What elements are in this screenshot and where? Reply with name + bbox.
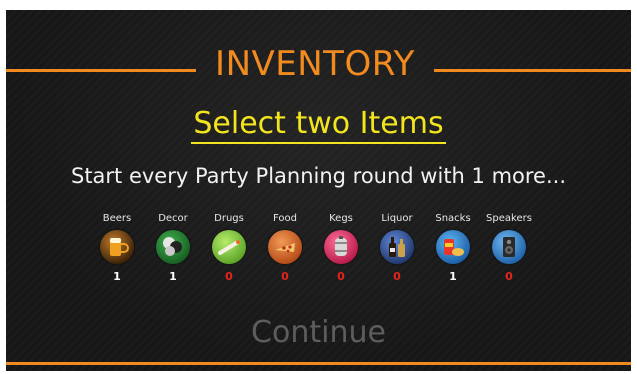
item-count: 0	[337, 270, 345, 283]
item-kegs[interactable]: Kegs 0	[314, 213, 368, 293]
footer-divider	[6, 362, 631, 365]
item-count: 0	[393, 270, 401, 283]
instruction-heading-text: Select two Items	[191, 106, 446, 144]
item-drugs[interactable]: Drugs 0	[202, 213, 256, 293]
item-food[interactable]: Food 0	[258, 213, 312, 293]
item-count: 0	[225, 270, 233, 283]
beer-mug-icon	[100, 230, 134, 264]
item-count: 1	[113, 270, 121, 283]
speaker-icon	[492, 230, 526, 264]
liquor-bottles-icon	[380, 230, 414, 264]
item-count: 0	[281, 270, 289, 283]
pizza-icon	[268, 230, 302, 264]
item-beers[interactable]: Beers 1	[90, 213, 144, 293]
item-count: 0	[505, 270, 513, 283]
balloons-icon	[156, 230, 190, 264]
item-label: Kegs	[329, 213, 353, 224]
item-label: Snacks	[435, 213, 471, 224]
item-label: Speakers	[486, 213, 532, 224]
item-label: Liquor	[381, 213, 413, 224]
keg-icon	[324, 230, 358, 264]
item-label: Drugs	[214, 213, 244, 224]
item-label: Beers	[102, 213, 132, 224]
instruction-description: Start every Party Planning round with 1 …	[70, 164, 566, 188]
joint-icon	[212, 230, 246, 264]
page-title: INVENTORY	[215, 44, 415, 84]
item-liquor[interactable]: Liquor 0	[370, 213, 424, 293]
snacks-icon	[436, 230, 470, 264]
inventory-item-list: Beers 1 Decor 1 Drugs 0 Food 0 Kegs 0 Li…	[90, 213, 550, 293]
header-divider-left	[6, 69, 196, 72]
item-count: 1	[169, 270, 177, 283]
inventory-header: INVENTORY	[6, 44, 631, 84]
item-speakers[interactable]: Speakers 0	[482, 213, 536, 293]
item-label: Decor	[158, 213, 188, 224]
instruction-heading: Select two Items	[6, 106, 631, 144]
continue-button[interactable]: Continue	[6, 315, 631, 351]
item-decor[interactable]: Decor 1	[146, 213, 200, 293]
game-screen: INVENTORY Select two Items Start every P…	[6, 10, 631, 371]
item-snacks[interactable]: Snacks 1	[426, 213, 480, 293]
header-divider-right	[434, 69, 631, 72]
item-label: Food	[273, 213, 297, 224]
item-count: 1	[449, 270, 457, 283]
